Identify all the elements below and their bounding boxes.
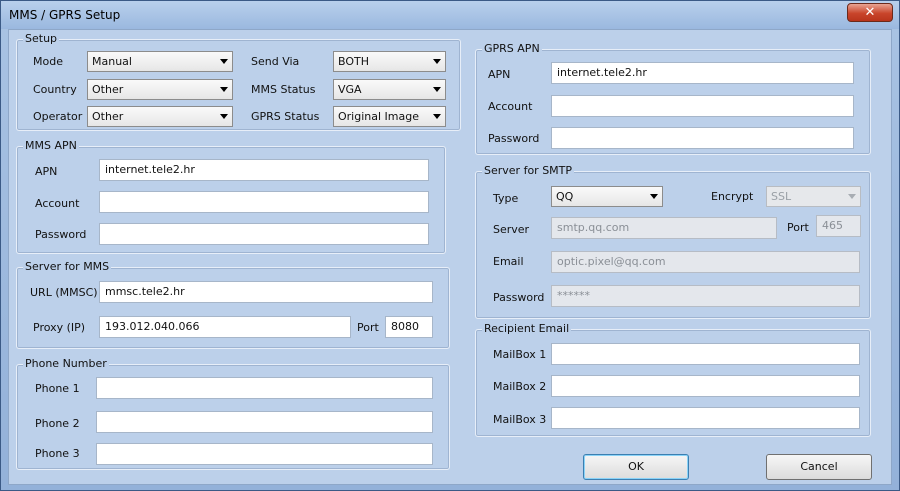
proxy-ip-input[interactable]: 193.012.040.066: [99, 316, 351, 338]
chevron-down-icon: [433, 114, 441, 119]
smtp-port-input[interactable]: 465: [816, 215, 861, 237]
title-bar[interactable]: MMS / GPRS Setup ✕: [1, 1, 899, 29]
gprs-status-value: Original Image: [338, 110, 419, 123]
country-label: Country: [33, 83, 77, 96]
mode-select[interactable]: Manual: [87, 51, 233, 72]
smtp-type-value: QQ: [556, 190, 574, 203]
mmsc-url-label: URL (MMSC): [30, 286, 98, 299]
smtp-email-label: Email: [493, 255, 524, 268]
mailbox1-input[interactable]: [551, 343, 860, 365]
gprs-account-label: Account: [488, 100, 533, 113]
mms-status-select[interactable]: VGA: [333, 79, 446, 100]
smtp-password-input[interactable]: ******: [551, 285, 860, 307]
smtp-password-label: Password: [493, 291, 545, 304]
server-mms-group-label: Server for MMS: [23, 260, 112, 273]
operator-label: Operator: [33, 110, 83, 123]
mms-password-label: Password: [35, 228, 87, 241]
phone2-label: Phone 2: [35, 417, 80, 430]
phone3-input[interactable]: [96, 443, 433, 465]
phone3-label: Phone 3: [35, 447, 80, 460]
phone1-label: Phone 1: [35, 382, 80, 395]
recipient-email-group-label: Recipient Email: [482, 322, 572, 335]
send-via-value: BOTH: [338, 55, 370, 68]
mailbox1-label: MailBox 1: [493, 348, 547, 361]
server-mms-group: Server for MMS URL (MMSC) mmsc.tele2.hr …: [16, 261, 450, 349]
country-select[interactable]: Other: [87, 79, 233, 100]
gprs-apn-group-label: GPRS APN: [482, 42, 542, 55]
mms-apn-group-label: MMS APN: [23, 139, 79, 152]
encrypt-label: Encrypt: [711, 190, 754, 203]
encrypt-select[interactable]: SSL: [766, 186, 861, 207]
mailbox2-label: MailBox 2: [493, 380, 547, 393]
smtp-server-input[interactable]: smtp.qq.com: [551, 217, 777, 239]
gprs-account-input[interactable]: [551, 95, 854, 117]
mms-port-input[interactable]: 8080: [385, 316, 433, 338]
encrypt-value: SSL: [771, 190, 792, 203]
mms-status-value: VGA: [338, 83, 362, 96]
mode-value: Manual: [92, 55, 132, 68]
operator-select[interactable]: Other: [87, 106, 233, 127]
gprs-apn-group: GPRS APN APN internet.tele2.hr Account P…: [475, 43, 871, 155]
ok-button[interactable]: OK: [583, 454, 689, 480]
phone2-input[interactable]: [96, 411, 433, 433]
smtp-email-input[interactable]: optic.pixel@qq.com: [551, 251, 860, 273]
setup-group-label: Setup: [23, 32, 60, 45]
proxy-ip-label: Proxy (IP): [33, 321, 86, 334]
recipient-email-group: Recipient Email MailBox 1 MailBox 2 Mail…: [475, 323, 871, 437]
close-icon: ✕: [864, 5, 876, 20]
gprs-status-label: GPRS Status: [251, 110, 320, 123]
smtp-server-label: Server: [493, 223, 530, 236]
cancel-button[interactable]: Cancel: [766, 454, 872, 480]
dialog-window: MMS / GPRS Setup ✕ Setup Mode Manual Cou…: [0, 0, 900, 491]
mms-apn-label: APN: [35, 165, 58, 178]
mailbox3-input[interactable]: [551, 407, 860, 429]
chevron-down-icon: [220, 59, 228, 64]
smtp-port-label: Port: [787, 221, 809, 234]
chevron-down-icon: [848, 194, 856, 199]
phone1-input[interactable]: [96, 377, 433, 399]
smtp-group: Server for SMTP Type QQ Encrypt SSL Serv…: [475, 165, 871, 319]
mailbox2-input[interactable]: [551, 375, 860, 397]
gprs-apn-input[interactable]: internet.tele2.hr: [551, 62, 854, 84]
mailbox3-label: MailBox 3: [493, 413, 547, 426]
mms-apn-input[interactable]: internet.tele2.hr: [99, 159, 429, 181]
chevron-down-icon: [433, 87, 441, 92]
close-button[interactable]: ✕: [847, 3, 893, 22]
gprs-apn-label: APN: [488, 68, 511, 81]
operator-value: Other: [92, 110, 124, 123]
mms-status-label: MMS Status: [251, 83, 316, 96]
dialog-body: Setup Mode Manual Country Other Operator…: [8, 29, 892, 485]
mms-account-label: Account: [35, 197, 80, 210]
phone-number-group: Phone Number Phone 1 Phone 2 Phone 3: [16, 358, 450, 470]
send-via-select[interactable]: BOTH: [333, 51, 446, 72]
mms-account-input[interactable]: [99, 191, 429, 213]
send-via-label: Send Via: [251, 55, 300, 68]
gprs-password-input[interactable]: [551, 127, 854, 149]
phone-number-group-label: Phone Number: [23, 357, 109, 370]
setup-group: Setup Mode Manual Country Other Operator…: [16, 33, 461, 131]
window-title: MMS / GPRS Setup: [9, 8, 121, 22]
smtp-type-label: Type: [493, 192, 519, 205]
mms-port-label: Port: [357, 321, 379, 334]
gprs-status-select[interactable]: Original Image: [333, 106, 446, 127]
gprs-password-label: Password: [488, 132, 540, 145]
chevron-down-icon: [220, 114, 228, 119]
chevron-down-icon: [433, 59, 441, 64]
country-value: Other: [92, 83, 124, 96]
mmsc-url-input[interactable]: mmsc.tele2.hr: [99, 281, 433, 303]
chevron-down-icon: [650, 194, 658, 199]
mms-password-input[interactable]: [99, 223, 429, 245]
chevron-down-icon: [220, 87, 228, 92]
smtp-type-select[interactable]: QQ: [551, 186, 663, 207]
mms-apn-group: MMS APN APN internet.tele2.hr Account Pa…: [16, 140, 446, 254]
mode-label: Mode: [33, 55, 63, 68]
smtp-group-label: Server for SMTP: [482, 164, 575, 177]
